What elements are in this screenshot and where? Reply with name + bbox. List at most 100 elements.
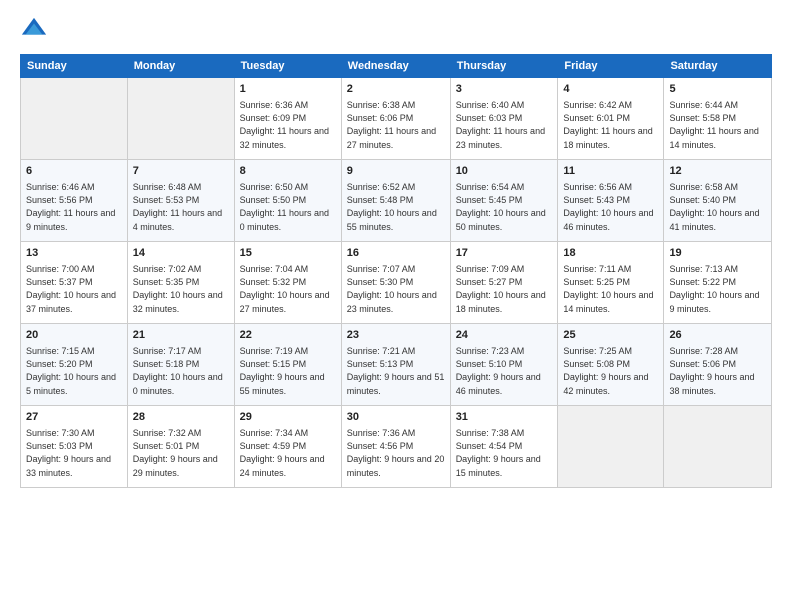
day-number: 23 xyxy=(347,328,445,343)
calendar-cell: 25 Sunrise: 7:25 AM Sunset: 5:08 PM Dayli… xyxy=(558,324,664,406)
day-number: 25 xyxy=(563,328,658,343)
day-number: 28 xyxy=(133,410,229,425)
day-number: 21 xyxy=(133,328,229,343)
calendar-cell: 24Sunrise: 7:23 AM Sunset: 5:10 PM Dayli… xyxy=(450,324,558,406)
day-info: Sunrise: 7:00 AM Sunset: 5:37 PM Dayligh… xyxy=(26,263,122,315)
day-number: 6 xyxy=(26,164,122,179)
calendar-cell: 30 Sunrise: 7:36 AM Sunset: 4:56 PM Dayli… xyxy=(341,406,450,488)
day-info: Sunrise: 7:17 AM Sunset: 5:18 PM Dayligh… xyxy=(133,345,229,397)
calendar-cell: 29Sunrise: 7:34 AM Sunset: 4:59 PM Dayli… xyxy=(234,406,341,488)
day-number: 1 xyxy=(240,82,336,97)
calendar-week-2: 6 Sunrise: 6:46 AM Sunset: 5:56 PM Daylig… xyxy=(21,160,772,242)
day-info: Sunrise: 7:23 AM Sunset: 5:10 PM Dayligh… xyxy=(456,345,553,397)
day-number: 12 xyxy=(669,164,766,179)
weekday-header-tuesday: Tuesday xyxy=(234,55,341,78)
calendar-cell: 13 Sunrise: 7:00 AM Sunset: 5:37 PM Dayli… xyxy=(21,242,128,324)
calendar-cell xyxy=(21,78,128,160)
calendar-week-5: 27 Sunrise: 7:30 AM Sunset: 5:03 PM Dayli… xyxy=(21,406,772,488)
day-info: Sunrise: 7:30 AM Sunset: 5:03 PM Dayligh… xyxy=(26,427,122,479)
day-info: Sunrise: 6:58 AM Sunset: 5:40 PM Dayligh… xyxy=(669,181,766,233)
weekday-header-monday: Monday xyxy=(127,55,234,78)
calendar-cell: 21 Sunrise: 7:17 AM Sunset: 5:18 PM Dayli… xyxy=(127,324,234,406)
day-number: 5 xyxy=(669,82,766,97)
calendar-cell: 20Sunrise: 7:15 AM Sunset: 5:20 PM Dayli… xyxy=(21,324,128,406)
calendar-cell: 22 Sunrise: 7:19 AM Sunset: 5:15 PM Dayli… xyxy=(234,324,341,406)
day-number: 3 xyxy=(456,82,553,97)
calendar-cell xyxy=(558,406,664,488)
day-info: Sunrise: 6:44 AM Sunset: 5:58 PM Dayligh… xyxy=(669,99,766,151)
calendar-cell: 23 Sunrise: 7:21 AM Sunset: 5:13 PM Dayli… xyxy=(341,324,450,406)
day-number: 19 xyxy=(669,246,766,261)
calendar-cell: 8 Sunrise: 6:50 AM Sunset: 5:50 PM Daylig… xyxy=(234,160,341,242)
day-number: 16 xyxy=(347,246,445,261)
day-number: 11 xyxy=(563,164,658,179)
calendar-table: SundayMondayTuesdayWednesdayThursdayFrid… xyxy=(20,54,772,488)
day-info: Sunrise: 7:13 AM Sunset: 5:22 PM Dayligh… xyxy=(669,263,766,315)
calendar-cell: 10Sunrise: 6:54 AM Sunset: 5:45 PM Dayli… xyxy=(450,160,558,242)
day-info: Sunrise: 6:52 AM Sunset: 5:48 PM Dayligh… xyxy=(347,181,445,233)
calendar-cell: 17 Sunrise: 7:09 AM Sunset: 5:27 PM Dayli… xyxy=(450,242,558,324)
calendar-cell: 18Sunrise: 7:11 AM Sunset: 5:25 PM Dayli… xyxy=(558,242,664,324)
calendar-cell xyxy=(127,78,234,160)
day-number: 15 xyxy=(240,246,336,261)
calendar-week-1: 1 Sunrise: 6:36 AM Sunset: 6:09 PM Daylig… xyxy=(21,78,772,160)
calendar-cell: 2 Sunrise: 6:38 AM Sunset: 6:06 PM Daylig… xyxy=(341,78,450,160)
calendar-cell: 16 Sunrise: 7:07 AM Sunset: 5:30 PM Dayli… xyxy=(341,242,450,324)
day-info: Sunrise: 7:38 AM Sunset: 4:54 PM Dayligh… xyxy=(456,427,553,479)
calendar-week-3: 13 Sunrise: 7:00 AM Sunset: 5:37 PM Dayli… xyxy=(21,242,772,324)
day-info: Sunrise: 7:02 AM Sunset: 5:35 PM Dayligh… xyxy=(133,263,229,315)
day-number: 22 xyxy=(240,328,336,343)
calendar-cell: 12 Sunrise: 6:58 AM Sunset: 5:40 PM Dayli… xyxy=(664,160,772,242)
day-number: 30 xyxy=(347,410,445,425)
day-info: Sunrise: 6:36 AM Sunset: 6:09 PM Dayligh… xyxy=(240,99,336,151)
day-info: Sunrise: 6:40 AM Sunset: 6:03 PM Dayligh… xyxy=(456,99,553,151)
day-info: Sunrise: 7:32 AM Sunset: 5:01 PM Dayligh… xyxy=(133,427,229,479)
day-info: Sunrise: 7:36 AM Sunset: 4:56 PM Dayligh… xyxy=(347,427,445,479)
weekday-header-row: SundayMondayTuesdayWednesdayThursdayFrid… xyxy=(21,55,772,78)
day-info: Sunrise: 6:56 AM Sunset: 5:43 PM Dayligh… xyxy=(563,181,658,233)
weekday-header-thursday: Thursday xyxy=(450,55,558,78)
day-info: Sunrise: 6:48 AM Sunset: 5:53 PM Dayligh… xyxy=(133,181,229,233)
day-info: Sunrise: 7:11 AM Sunset: 5:25 PM Dayligh… xyxy=(563,263,658,315)
logo-icon xyxy=(20,16,48,44)
weekday-header-wednesday: Wednesday xyxy=(341,55,450,78)
day-info: Sunrise: 7:21 AM Sunset: 5:13 PM Dayligh… xyxy=(347,345,445,397)
calendar-cell xyxy=(664,406,772,488)
day-info: Sunrise: 7:25 AM Sunset: 5:08 PM Dayligh… xyxy=(563,345,658,397)
day-number: 10 xyxy=(456,164,553,179)
calendar-cell: 28 Sunrise: 7:32 AM Sunset: 5:01 PM Dayli… xyxy=(127,406,234,488)
calendar-cell: 26Sunrise: 7:28 AM Sunset: 5:06 PM Dayli… xyxy=(664,324,772,406)
day-info: Sunrise: 6:50 AM Sunset: 5:50 PM Dayligh… xyxy=(240,181,336,233)
calendar-cell: 4 Sunrise: 6:42 AM Sunset: 6:01 PM Daylig… xyxy=(558,78,664,160)
calendar-cell: 15Sunrise: 7:04 AM Sunset: 5:32 PM Dayli… xyxy=(234,242,341,324)
calendar-cell: 9 Sunrise: 6:52 AM Sunset: 5:48 PM Daylig… xyxy=(341,160,450,242)
page: SundayMondayTuesdayWednesdayThursdayFrid… xyxy=(0,0,792,612)
day-info: Sunrise: 7:07 AM Sunset: 5:30 PM Dayligh… xyxy=(347,263,445,315)
day-info: Sunrise: 7:19 AM Sunset: 5:15 PM Dayligh… xyxy=(240,345,336,397)
day-info: Sunrise: 7:09 AM Sunset: 5:27 PM Dayligh… xyxy=(456,263,553,315)
day-number: 4 xyxy=(563,82,658,97)
day-info: Sunrise: 6:38 AM Sunset: 6:06 PM Dayligh… xyxy=(347,99,445,151)
calendar-cell: 11 Sunrise: 6:56 AM Sunset: 5:43 PM Dayli… xyxy=(558,160,664,242)
calendar-cell: 6 Sunrise: 6:46 AM Sunset: 5:56 PM Daylig… xyxy=(21,160,128,242)
day-number: 20 xyxy=(26,328,122,343)
day-number: 13 xyxy=(26,246,122,261)
calendar-cell: 7 Sunrise: 6:48 AM Sunset: 5:53 PM Daylig… xyxy=(127,160,234,242)
day-number: 17 xyxy=(456,246,553,261)
weekday-header-saturday: Saturday xyxy=(664,55,772,78)
day-number: 7 xyxy=(133,164,229,179)
calendar-cell: 27 Sunrise: 7:30 AM Sunset: 5:03 PM Dayli… xyxy=(21,406,128,488)
calendar-cell: 5 Sunrise: 6:44 AM Sunset: 5:58 PM Daylig… xyxy=(664,78,772,160)
day-number: 27 xyxy=(26,410,122,425)
day-info: Sunrise: 6:46 AM Sunset: 5:56 PM Dayligh… xyxy=(26,181,122,233)
day-number: 2 xyxy=(347,82,445,97)
day-info: Sunrise: 6:42 AM Sunset: 6:01 PM Dayligh… xyxy=(563,99,658,151)
day-info: Sunrise: 7:28 AM Sunset: 5:06 PM Dayligh… xyxy=(669,345,766,397)
day-number: 31 xyxy=(456,410,553,425)
day-number: 9 xyxy=(347,164,445,179)
day-number: 8 xyxy=(240,164,336,179)
day-info: Sunrise: 7:34 AM Sunset: 4:59 PM Dayligh… xyxy=(240,427,336,479)
weekday-header-sunday: Sunday xyxy=(21,55,128,78)
calendar-cell: 1 Sunrise: 6:36 AM Sunset: 6:09 PM Daylig… xyxy=(234,78,341,160)
day-number: 14 xyxy=(133,246,229,261)
